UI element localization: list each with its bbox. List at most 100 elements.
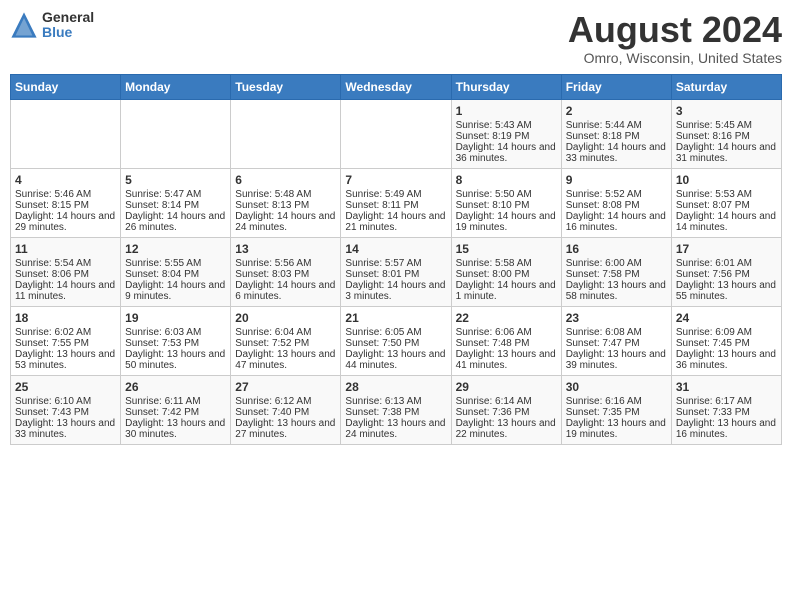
day-info: Sunrise: 5:50 AM <box>456 189 557 200</box>
day-info: Sunrise: 6:13 AM <box>345 396 446 407</box>
logo-general: General <box>42 10 94 25</box>
day-info: Sunset: 8:19 PM <box>456 131 557 142</box>
day-info: Sunrise: 5:48 AM <box>235 189 336 200</box>
weekday-header-sunday: Sunday <box>11 74 121 99</box>
day-info: Daylight: 13 hours and 53 minutes. <box>15 349 116 371</box>
day-info: Daylight: 14 hours and 9 minutes. <box>125 280 226 302</box>
day-info: Daylight: 13 hours and 33 minutes. <box>15 418 116 440</box>
calendar-cell <box>121 99 231 168</box>
day-number: 8 <box>456 173 557 187</box>
day-info: Daylight: 13 hours and 50 minutes. <box>125 349 226 371</box>
day-info: Sunset: 7:33 PM <box>676 407 777 418</box>
day-info: Sunset: 7:53 PM <box>125 338 226 349</box>
calendar-week-row: 1Sunrise: 5:43 AMSunset: 8:19 PMDaylight… <box>11 99 782 168</box>
calendar-cell: 22Sunrise: 6:06 AMSunset: 7:48 PMDayligh… <box>451 306 561 375</box>
calendar-cell <box>11 99 121 168</box>
day-info: Sunrise: 6:03 AM <box>125 327 226 338</box>
weekday-header-row: SundayMondayTuesdayWednesdayThursdayFrid… <box>11 74 782 99</box>
calendar-cell: 9Sunrise: 5:52 AMSunset: 8:08 PMDaylight… <box>561 168 671 237</box>
day-info: Daylight: 14 hours and 14 minutes. <box>676 211 777 233</box>
day-number: 2 <box>566 104 667 118</box>
day-info: Sunrise: 5:47 AM <box>125 189 226 200</box>
calendar-cell: 12Sunrise: 5:55 AMSunset: 8:04 PMDayligh… <box>121 237 231 306</box>
weekday-header-monday: Monday <box>121 74 231 99</box>
day-info: Sunrise: 5:46 AM <box>15 189 116 200</box>
calendar-cell: 3Sunrise: 5:45 AMSunset: 8:16 PMDaylight… <box>671 99 781 168</box>
title-block: August 2024 Omro, Wisconsin, United Stat… <box>568 10 782 66</box>
day-info: Daylight: 13 hours and 47 minutes. <box>235 349 336 371</box>
day-number: 5 <box>125 173 226 187</box>
calendar-cell: 5Sunrise: 5:47 AMSunset: 8:14 PMDaylight… <box>121 168 231 237</box>
day-info: Sunset: 8:07 PM <box>676 200 777 211</box>
day-info: Sunrise: 5:53 AM <box>676 189 777 200</box>
day-number: 7 <box>345 173 446 187</box>
day-number: 31 <box>676 380 777 394</box>
day-info: Daylight: 14 hours and 6 minutes. <box>235 280 336 302</box>
calendar-cell: 2Sunrise: 5:44 AMSunset: 8:18 PMDaylight… <box>561 99 671 168</box>
calendar-cell: 14Sunrise: 5:57 AMSunset: 8:01 PMDayligh… <box>341 237 451 306</box>
location: Omro, Wisconsin, United States <box>568 50 782 66</box>
day-number: 14 <box>345 242 446 256</box>
weekday-header-wednesday: Wednesday <box>341 74 451 99</box>
day-info: Sunrise: 6:14 AM <box>456 396 557 407</box>
calendar-cell: 28Sunrise: 6:13 AMSunset: 7:38 PMDayligh… <box>341 375 451 444</box>
day-info: Daylight: 13 hours and 36 minutes. <box>676 349 777 371</box>
calendar-cell: 7Sunrise: 5:49 AMSunset: 8:11 PMDaylight… <box>341 168 451 237</box>
day-info: Sunset: 8:00 PM <box>456 269 557 280</box>
day-info: Sunset: 8:14 PM <box>125 200 226 211</box>
day-info: Daylight: 14 hours and 36 minutes. <box>456 142 557 164</box>
day-info: Sunset: 7:55 PM <box>15 338 116 349</box>
day-info: Sunrise: 6:17 AM <box>676 396 777 407</box>
calendar-cell: 18 Sunrise: 6:02 AMSunset: 7:55 PMDayligh… <box>11 306 121 375</box>
calendar-table: SundayMondayTuesdayWednesdayThursdayFrid… <box>10 74 782 445</box>
logo-blue: Blue <box>42 25 94 40</box>
day-number: 19 <box>125 311 226 325</box>
day-info: Sunrise: 6:16 AM <box>566 396 667 407</box>
calendar-week-row: 4Sunrise: 5:46 AMSunset: 8:15 PMDaylight… <box>11 168 782 237</box>
day-info: Sunrise: 6:02 AM <box>15 327 116 338</box>
day-info: Daylight: 14 hours and 11 minutes. <box>15 280 116 302</box>
page-header: General Blue August 2024 Omro, Wisconsin… <box>10 10 782 66</box>
day-info: Sunrise: 6:11 AM <box>125 396 226 407</box>
day-info: Daylight: 13 hours and 55 minutes. <box>676 280 777 302</box>
day-info: Sunrise: 5:45 AM <box>676 120 777 131</box>
day-info: Daylight: 14 hours and 3 minutes. <box>345 280 446 302</box>
day-info: Sunset: 8:10 PM <box>456 200 557 211</box>
day-info: Daylight: 14 hours and 24 minutes. <box>235 211 336 233</box>
calendar-cell: 19 Sunrise: 6:03 AMSunset: 7:53 PMDayligh… <box>121 306 231 375</box>
day-info: Daylight: 14 hours and 21 minutes. <box>345 211 446 233</box>
day-info: Daylight: 14 hours and 1 minute. <box>456 280 557 302</box>
day-info: Daylight: 13 hours and 41 minutes. <box>456 349 557 371</box>
calendar-cell: 13Sunrise: 5:56 AMSunset: 8:03 PMDayligh… <box>231 237 341 306</box>
day-info: Sunrise: 5:44 AM <box>566 120 667 131</box>
day-info: Sunrise: 5:58 AM <box>456 258 557 269</box>
month-year: August 2024 <box>568 10 782 50</box>
day-info: Daylight: 13 hours and 30 minutes. <box>125 418 226 440</box>
calendar-cell: 16Sunrise: 6:00 AMSunset: 7:58 PMDayligh… <box>561 237 671 306</box>
day-info: Sunset: 8:03 PM <box>235 269 336 280</box>
day-info: Sunrise: 6:08 AM <box>566 327 667 338</box>
day-info: Sunset: 7:45 PM <box>676 338 777 349</box>
calendar-cell: 21Sunrise: 6:05 AMSunset: 7:50 PMDayligh… <box>341 306 451 375</box>
logo-icon <box>10 11 38 39</box>
weekday-header-thursday: Thursday <box>451 74 561 99</box>
day-info: Sunset: 7:50 PM <box>345 338 446 349</box>
day-number: 27 <box>235 380 336 394</box>
day-info: Daylight: 14 hours and 29 minutes. <box>15 211 116 233</box>
day-info: Daylight: 14 hours and 19 minutes. <box>456 211 557 233</box>
day-number: 6 <box>235 173 336 187</box>
day-info: Sunset: 8:11 PM <box>345 200 446 211</box>
day-info: Daylight: 13 hours and 16 minutes. <box>676 418 777 440</box>
day-info: Daylight: 13 hours and 58 minutes. <box>566 280 667 302</box>
calendar-cell: 24Sunrise: 6:09 AMSunset: 7:45 PMDayligh… <box>671 306 781 375</box>
day-info: Daylight: 13 hours and 27 minutes. <box>235 418 336 440</box>
day-number: 29 <box>456 380 557 394</box>
day-info: Sunset: 8:15 PM <box>15 200 116 211</box>
day-info: Sunrise: 6:00 AM <box>566 258 667 269</box>
calendar-cell: 25Sunrise: 6:10 AMSunset: 7:43 PMDayligh… <box>11 375 121 444</box>
day-number: 18 <box>15 311 116 325</box>
day-info: Daylight: 13 hours and 22 minutes. <box>456 418 557 440</box>
day-info: Sunrise: 6:09 AM <box>676 327 777 338</box>
calendar-cell: 10Sunrise: 5:53 AMSunset: 8:07 PMDayligh… <box>671 168 781 237</box>
day-number: 20 <box>235 311 336 325</box>
